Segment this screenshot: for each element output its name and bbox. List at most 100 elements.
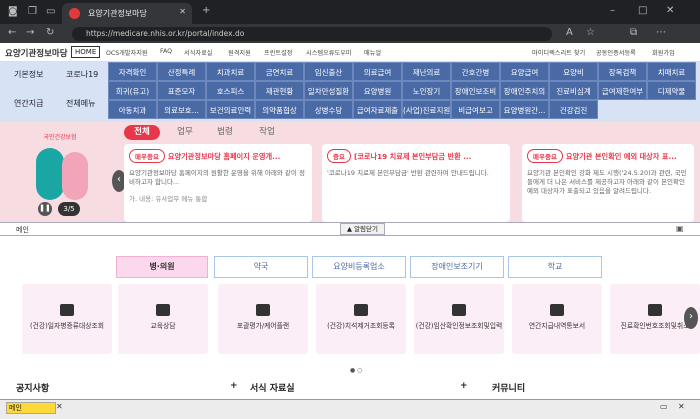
menu-item[interactable]: 요양비: [549, 62, 598, 81]
menu-item[interactable]: 의약품협상: [255, 100, 304, 119]
tab-school[interactable]: 학교: [508, 256, 602, 278]
status-min-icon[interactable]: ▭: [660, 402, 668, 411]
service-tile[interactable]: 포괄평가/케어플랜: [218, 284, 308, 354]
util-faq[interactable]: FAQ: [160, 48, 172, 55]
util-manual[interactable]: 매뉴얼: [364, 48, 381, 57]
menu-item[interactable]: 산정특례: [157, 62, 206, 81]
mail-icon: [550, 304, 564, 316]
status-tab[interactable]: 메인: [6, 402, 56, 414]
menu-item[interactable]: 장애인보조비: [451, 81, 500, 100]
menu-cat-basic[interactable]: 기본정보: [14, 69, 68, 80]
profile-icon[interactable]: ◙: [8, 6, 18, 17]
tab-all[interactable]: 전체: [124, 125, 160, 140]
util-forms[interactable]: 서식자료실: [184, 48, 212, 57]
menu-item[interactable]: 아동치과: [108, 100, 157, 119]
util-ocs[interactable]: OCS개발자지원: [106, 48, 148, 57]
site-title[interactable]: 요양기관정보마당: [5, 47, 68, 59]
forward-icon[interactable]: →: [26, 27, 34, 38]
menu-item[interactable]: 요양병원간...: [500, 100, 549, 119]
pause-button[interactable]: ❚❚: [38, 202, 52, 216]
collections-icon[interactable]: ⧉: [630, 27, 637, 38]
menu-item[interactable]: 금연치료: [255, 62, 304, 81]
service-label: (건강)일자병증류대상조회: [29, 322, 105, 330]
link-cert[interactable]: 공동인증서등록: [596, 48, 636, 57]
workspaces-icon[interactable]: ❐: [28, 6, 37, 17]
menu-item[interactable]: 호스피스: [206, 81, 255, 100]
menu-item[interactable]: 의료급여: [353, 62, 402, 81]
notice-card[interactable]: 매우중요 요양기관 본인확인 예외 대상자 표... 요양기관 본인확인 강화 제…: [522, 144, 694, 222]
menu-item[interactable]: 급여자료제출: [353, 100, 402, 119]
menu-item[interactable]: 장애인주치의: [500, 81, 549, 100]
next-services-button[interactable]: ›: [684, 307, 698, 329]
menu-item[interactable]: 임신출산: [304, 62, 353, 81]
menu-item[interactable]: 자격확인: [108, 62, 157, 81]
service-tile[interactable]: (건강)치석제거조회등록: [316, 284, 406, 354]
panel-collapse-icon[interactable]: ▣: [676, 224, 684, 233]
menu-item[interactable]: 급여제한여부: [598, 81, 647, 100]
status-close-all-icon[interactable]: ✕: [678, 402, 685, 411]
menu-item[interactable]: 치과치료: [206, 62, 255, 81]
menu-item[interactable]: 노인장기: [402, 81, 451, 100]
tab-disability-aids[interactable]: 장애인보조기기: [410, 256, 504, 278]
read-aloud-icon[interactable]: A: [566, 27, 573, 38]
notice-toggle-button[interactable]: ▲ 알림닫기: [340, 223, 385, 235]
reload-icon[interactable]: ↻: [46, 27, 54, 38]
menu-item[interactable]: 비급여보고: [451, 100, 500, 119]
util-print[interactable]: 프린트설정: [264, 48, 292, 57]
new-tab-icon[interactable]: +: [202, 5, 210, 16]
menu-item[interactable]: 재난의료: [402, 62, 451, 81]
tab-law[interactable]: 법령: [210, 125, 240, 140]
menu-item[interactable]: 상병수당: [304, 100, 353, 119]
menu-item[interactable]: 재관현황: [255, 81, 304, 100]
section-community[interactable]: 커뮤니티: [492, 381, 525, 394]
home-button[interactable]: HOME: [71, 46, 101, 58]
section-notice[interactable]: 공지사항: [16, 381, 49, 394]
maximize-icon[interactable]: □: [638, 5, 647, 16]
panel-bar: 메인 ▲ 알림닫기 ▣: [0, 222, 700, 236]
service-tile[interactable]: (건강)일자병증류대상조회: [22, 284, 112, 354]
status-close-icon[interactable]: ✕: [56, 402, 63, 411]
service-tile[interactable]: (건강)임산확인정보조회및입력: [414, 284, 504, 354]
section-forms[interactable]: 서식 자료실: [250, 381, 295, 394]
notice-card[interactable]: 매우중요 요양기관정보마당 홈페이지 운영개... 요양기관정보마당 홈페이지의 …: [124, 144, 312, 222]
link-find[interactable]: 마이디렉스리트 찾기: [532, 48, 585, 57]
back-icon[interactable]: ←: [8, 27, 16, 38]
browser-tab[interactable]: 요양기관정보마당 ✕: [62, 3, 192, 24]
menu-item[interactable]: 표준모자: [157, 81, 206, 100]
section-add-icon[interactable]: +: [460, 381, 468, 391]
close-window-icon[interactable]: ✕: [666, 5, 674, 16]
util-remote[interactable]: 원격지원: [228, 48, 251, 57]
menu-item[interactable]: 디제약물: [647, 81, 696, 100]
link-join[interactable]: 회원가입: [652, 48, 675, 57]
menu-item[interactable]: 장복검책: [598, 62, 647, 81]
menu-item[interactable]: 진료비심계: [549, 81, 598, 100]
tab-work[interactable]: 업무: [170, 125, 200, 140]
favorite-star-icon[interactable]: ☆: [586, 27, 595, 38]
menu-item[interactable]: (사업)진료지원: [402, 100, 451, 119]
section-add-icon[interactable]: +: [230, 381, 238, 391]
menu-item[interactable]: 건강검진: [549, 100, 598, 119]
service-tile[interactable]: 교육상담: [118, 284, 208, 354]
tab-hospital[interactable]: 병·의원: [116, 256, 208, 278]
service-tile[interactable]: 연간지급내역통보서: [512, 284, 602, 354]
tab-actions-icon[interactable]: ▭: [46, 6, 55, 17]
close-tab-icon[interactable]: ✕: [179, 7, 186, 16]
util-errorhelp[interactable]: 시스템오류도우미: [306, 48, 352, 57]
address-bar[interactable]: https://medicare.nhis.or.kr/portal/index…: [72, 27, 552, 41]
menu-item[interactable]: 요양급여: [500, 62, 549, 81]
menu-item[interactable]: 일차만성질환: [304, 81, 353, 100]
menu-item[interactable]: 간호간병: [451, 62, 500, 81]
menu-item[interactable]: 요양병원: [353, 81, 402, 100]
tab-pharmacy[interactable]: 약국: [214, 256, 308, 278]
notice-card[interactable]: 중요 [코로나19 치료제 본인부담금 반환 ... '코로나19 치료제 본인부…: [322, 144, 510, 222]
minimize-icon[interactable]: –: [610, 5, 615, 16]
menu-item[interactable]: 희귀(유고): [108, 81, 157, 100]
tab-task[interactable]: 작업: [252, 125, 282, 140]
menu-dots-icon[interactable]: ⋯: [656, 27, 666, 38]
menu-item[interactable]: 치매치료: [647, 62, 696, 81]
menu-cat-annual[interactable]: 연간지급: [14, 98, 68, 109]
carousel-dots[interactable]: ● ○: [350, 367, 366, 374]
tab-care-shop[interactable]: 요양비등록업소: [312, 256, 406, 278]
menu-item[interactable]: 의료보호...: [157, 100, 206, 119]
menu-item[interactable]: 보건의료인력: [206, 100, 255, 119]
